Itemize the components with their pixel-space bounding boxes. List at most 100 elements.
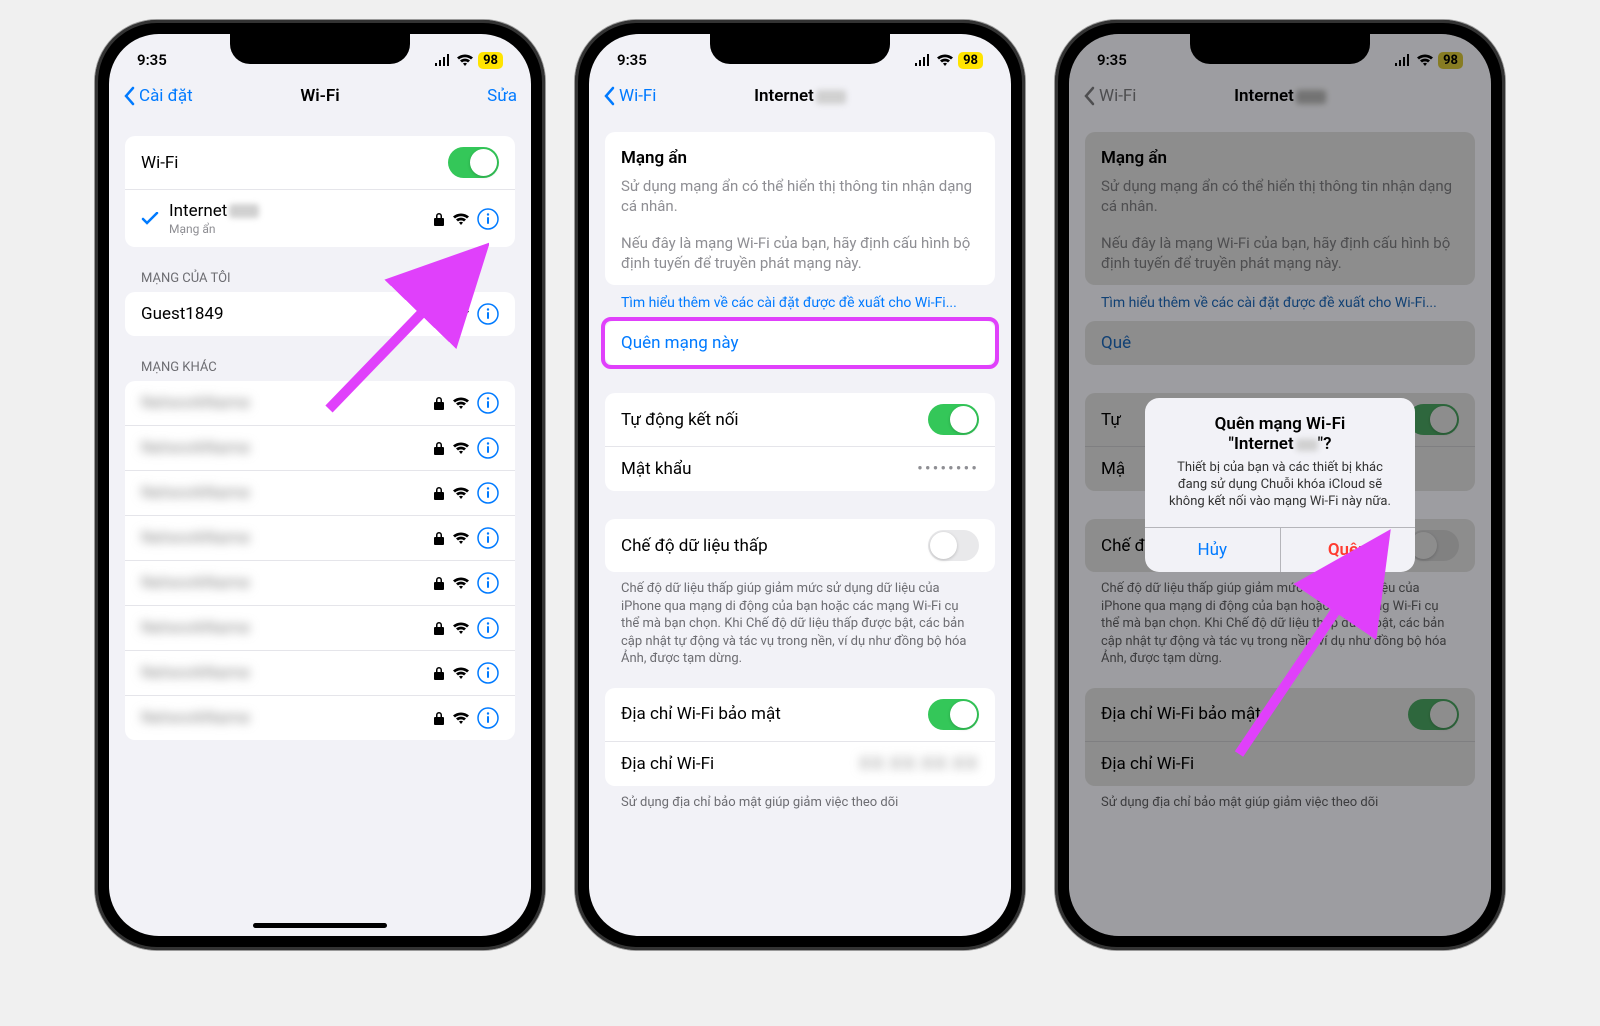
password-value: ••••••••	[917, 459, 979, 479]
auto-join-label: Tự động kết nối	[621, 410, 928, 430]
page-title: Wi-Fi	[300, 86, 339, 106]
edit-button[interactable]: Sửa	[487, 86, 517, 106]
network-row[interactable]: Guest1849	[125, 292, 515, 336]
wifi-address-value: XX:XX:XX:XX	[859, 754, 979, 774]
private-address-toggle[interactable]	[928, 699, 979, 730]
my-networks-header: MẠNG CỦA TÔI	[125, 247, 515, 292]
info-icon[interactable]	[477, 617, 499, 639]
network-name-blurred: NetworkName	[141, 528, 433, 548]
network-name-blurred: NetworkName	[141, 663, 433, 683]
lock-icon	[433, 486, 445, 500]
network-row[interactable]: NetworkName	[125, 471, 515, 516]
network-name-blurred: NetworkName	[141, 483, 433, 503]
hidden-network-title: Mạng ẩn	[605, 132, 995, 172]
low-data-label: Chế độ dữ liệu thấp	[621, 536, 928, 556]
battery-badge: 98	[478, 52, 503, 69]
network-name-blurred: NetworkName	[141, 708, 433, 728]
wifi-signal-icon	[453, 622, 469, 634]
cellular-icon	[434, 54, 452, 66]
password-row[interactable]: Mật khẩu ••••••••	[605, 447, 995, 491]
notch	[230, 34, 410, 64]
battery-badge: 98	[958, 52, 983, 69]
notch	[710, 34, 890, 64]
forget-confirm-button[interactable]: Quên	[1281, 528, 1416, 572]
network-row[interactable]: NetworkName	[125, 606, 515, 651]
low-data-desc: Chế độ dữ liệu thấp giúp giảm mức sử dụn…	[605, 572, 995, 672]
network-row[interactable]: NetworkName	[125, 516, 515, 561]
private-address-row[interactable]: Địa chỉ Wi-Fi bảo mật	[605, 688, 995, 742]
status-time: 9:35	[137, 51, 167, 69]
info-icon[interactable]	[477, 392, 499, 414]
info-icon[interactable]	[477, 527, 499, 549]
forget-confirmation-alert: Quên mạng Wi-Fi "Internet"? Thiết bị của…	[1145, 398, 1415, 572]
wifi-signal-icon	[453, 397, 469, 409]
alert-title: Quên mạng Wi-Fi "Internet"?	[1145, 398, 1415, 456]
network-row[interactable]: NetworkName	[125, 651, 515, 696]
network-row[interactable]: NetworkName	[125, 696, 515, 740]
phone-mockup-1: 9:35 98 Cài đặt Wi-Fi Sửa Wi-Fi	[95, 20, 545, 950]
private-address-label: Địa chỉ Wi-Fi bảo mật	[621, 704, 928, 724]
back-button[interactable]: Wi-Fi	[603, 86, 656, 106]
forget-network-button[interactable]: Quên mạng này	[605, 321, 995, 365]
low-data-toggle[interactable]	[928, 530, 979, 561]
chevron-left-icon	[123, 86, 135, 106]
wifi-signal-icon	[453, 213, 469, 225]
network-sub: Mạng ẩn	[169, 222, 433, 236]
info-icon[interactable]	[477, 707, 499, 729]
network-row[interactable]: NetworkName	[125, 426, 515, 471]
lock-icon	[433, 531, 445, 545]
low-data-row[interactable]: Chế độ dữ liệu thấp	[605, 519, 995, 572]
wifi-status-icon	[457, 54, 473, 66]
back-label: Cài đặt	[139, 86, 193, 106]
network-name: Internet	[169, 201, 227, 221]
wifi-address-row[interactable]: Địa chỉ Wi-Fi XX:XX:XX:XX	[605, 742, 995, 786]
notch	[1190, 34, 1370, 64]
hidden-desc-2: Nếu đây là mạng Wi-Fi của bạn, hãy định …	[605, 229, 995, 286]
wifi-signal-icon	[453, 487, 469, 499]
wifi-address-label: Địa chỉ Wi-Fi	[621, 754, 859, 774]
learn-more-link[interactable]: Tìm hiểu thêm về các cài đặt được đề xuấ…	[605, 285, 995, 321]
lock-icon	[433, 396, 445, 410]
info-icon[interactable]	[477, 662, 499, 684]
back-button[interactable]: Cài đặt	[123, 86, 193, 106]
network-name-blurred: NetworkName	[141, 393, 433, 413]
info-icon[interactable]	[477, 303, 499, 325]
chevron-left-icon	[603, 86, 615, 106]
other-networks-header: MẠNG KHÁC	[125, 336, 515, 381]
cellular-icon	[914, 54, 932, 66]
modal-overlay: Quên mạng Wi-Fi "Internet"? Thiết bị của…	[1069, 34, 1491, 936]
nav-bar: Wi-Fi Internet	[589, 78, 1011, 116]
address-desc: Sử dụng địa chỉ bảo mật giúp giảm việc t…	[605, 786, 995, 816]
highlight-annotation: Quên mạng này	[601, 317, 999, 369]
lock-icon	[433, 576, 445, 590]
network-name: Guest1849	[141, 304, 433, 324]
lock-icon	[433, 212, 445, 226]
info-icon[interactable]	[477, 572, 499, 594]
info-icon[interactable]	[477, 437, 499, 459]
auto-join-row[interactable]: Tự động kết nối	[605, 393, 995, 447]
check-icon	[141, 212, 159, 226]
connected-network-row[interactable]: Internet Mạng ẩn	[125, 190, 515, 247]
wifi-toggle[interactable]	[448, 147, 499, 178]
network-row[interactable]: NetworkName	[125, 381, 515, 426]
wifi-toggle-row[interactable]: Wi-Fi	[125, 136, 515, 190]
home-indicator[interactable]	[253, 923, 387, 928]
wifi-signal-icon	[453, 308, 469, 320]
wifi-signal-icon	[453, 532, 469, 544]
lock-icon	[433, 666, 445, 680]
phone-mockup-2: 9:35 98 Wi-Fi Internet Mạng ẩn Sử dụng m…	[575, 20, 1025, 950]
blurred-text	[229, 204, 259, 218]
network-row[interactable]: NetworkName	[125, 561, 515, 606]
info-icon[interactable]	[477, 482, 499, 504]
status-time: 9:35	[617, 51, 647, 69]
info-icon[interactable]	[477, 208, 499, 230]
network-name-blurred: NetworkName	[141, 618, 433, 638]
lock-icon	[433, 621, 445, 635]
auto-join-toggle[interactable]	[928, 404, 979, 435]
password-label: Mật khẩu	[621, 459, 917, 479]
wifi-status-icon	[937, 54, 953, 66]
cancel-button[interactable]: Hủy	[1145, 528, 1281, 572]
lock-icon	[433, 441, 445, 455]
phone-mockup-3: 9:35 98 Wi-Fi Internet Mạng ẩn Sử dụng m…	[1055, 20, 1505, 950]
back-label: Wi-Fi	[619, 86, 656, 106]
